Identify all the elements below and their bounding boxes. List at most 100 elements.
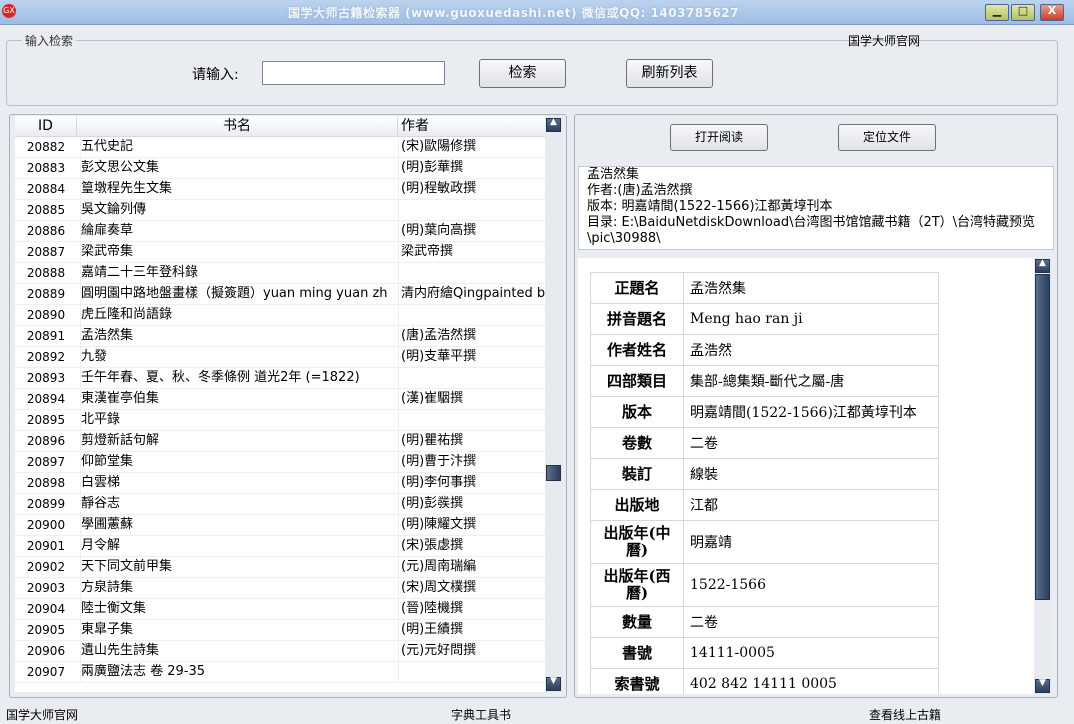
open-read-button[interactable]: 打开阅读: [670, 124, 768, 151]
list-rows: 20882 五代史記 (宋)歐陽修撰 20883 彭文思公文集 (明)彭華撰 20884 篁墩…: [15, 137, 545, 683]
row-title: 靜谷志: [80, 494, 399, 514]
metadata-key: 卷數: [590, 427, 684, 459]
detail-scroll-up-button[interactable]: ▲: [1035, 258, 1050, 273]
row-author: [398, 410, 545, 430]
table-row[interactable]: 20886 綸扉奏草 (明)葉向高撰: [15, 221, 545, 242]
table-row[interactable]: 20895 北平錄: [15, 410, 545, 431]
row-author: (宋)歐陽修撰: [398, 137, 545, 157]
table-row[interactable]: 20905 東皐子集 (明)王績撰: [15, 620, 545, 641]
table-row[interactable]: 20885 吳文錀列傳: [15, 200, 545, 221]
row-title: 嘉靖二十三年登科錄: [80, 263, 399, 283]
locate-file-button[interactable]: 定位文件: [838, 124, 936, 151]
table-row[interactable]: 20887 梁武帝集 梁武帝撰: [15, 242, 545, 263]
table-row[interactable]: 20896 剪燈新話句解 (明)瞿祐撰: [15, 431, 545, 452]
row-id: 20892: [26, 350, 66, 364]
row-id: 20896: [26, 434, 66, 448]
list-scroll-up-button[interactable]: ▲: [546, 117, 561, 132]
row-author: (明)曹于汴撰: [398, 452, 545, 472]
info-directory: 目录: E:\BaiduNetdiskDownload\台湾图书馆馆藏书籍（2T…: [587, 215, 1036, 246]
maximize-button[interactable]: □: [1011, 4, 1035, 21]
table-row[interactable]: 20897 仰節堂集 (明)曹于汴撰: [15, 452, 545, 473]
row-id: 20888: [26, 266, 66, 280]
metadata-key: 出版地: [590, 489, 684, 521]
column-header-title[interactable]: 书名: [77, 116, 398, 136]
row-author: (明)葉向高撰: [398, 221, 545, 241]
table-row[interactable]: 20888 嘉靖二十三年登科錄: [15, 263, 545, 284]
row-title: 白雲梯: [80, 473, 399, 493]
metadata-key: 出版年(西曆): [590, 563, 684, 607]
scroll-up-icon: ▲: [550, 117, 557, 127]
row-id: 20883: [26, 161, 66, 175]
list-scroll-thumb[interactable]: [546, 465, 561, 481]
column-header-id[interactable]: ID: [15, 116, 77, 136]
list-header: ID 书名 作者: [15, 116, 545, 137]
row-title: 九發: [80, 347, 399, 367]
list-scroll-down-button[interactable]: ▼: [546, 676, 561, 691]
table-row[interactable]: 20892 九發 (明)支華平撰: [15, 347, 545, 368]
minimize-button[interactable]: ▁: [985, 4, 1009, 21]
row-title: 梁武帝集: [80, 242, 399, 262]
info-title: 孟浩然集: [587, 167, 640, 182]
metadata-table: 正題名 孟浩然集 拼音題名 Meng hao ran ji 作者姓名 孟浩然 四部類目 集部-…: [590, 272, 939, 694]
status-online-books-link[interactable]: 查看线上古籍: [869, 706, 941, 723]
table-row[interactable]: 20899 靜谷志 (明)彭彂撰: [15, 494, 545, 515]
metadata-key: 裝訂: [590, 458, 684, 490]
row-author: (元)元好問撰: [398, 641, 545, 661]
official-site-link[interactable]: 国学大师官网: [848, 32, 920, 49]
book-list[interactable]: ID 书名 作者 20882 五代史記 (宋)歐陽修撰 20883 彭文思公文集 (明)彭…: [15, 116, 545, 692]
scroll-up-icon: ▲: [1039, 258, 1046, 268]
refresh-list-button[interactable]: 刷新列表: [626, 59, 713, 88]
list-scrollbar[interactable]: ▲ ▼: [545, 117, 563, 693]
table-row[interactable]: 20907 兩廣鹽法志 卷 29-35: [15, 662, 545, 683]
row-id: 20884: [26, 182, 66, 196]
table-row[interactable]: 20906 遺山先生詩集 (元)元好問撰: [15, 641, 545, 662]
table-row[interactable]: 20901 月令解 (宋)張虙撰: [15, 536, 545, 557]
row-id: 20885: [26, 203, 66, 217]
close-button[interactable]: X: [1040, 4, 1064, 21]
table-row[interactable]: 20890 虎丘隆和尚語錄: [15, 305, 545, 326]
row-author: (元)周南瑞編: [398, 557, 545, 577]
row-id: 20904: [26, 602, 66, 616]
table-row[interactable]: 20884 篁墩程先生文集 (明)程敏政撰: [15, 179, 545, 200]
search-button[interactable]: 检索: [479, 59, 566, 88]
minimize-icon: ▁: [992, 4, 1002, 17]
row-title: 壬午年春、夏、秋、冬季條例 道光2年 (=1822): [80, 368, 399, 388]
row-title: 陸士衡文集: [80, 599, 399, 619]
metadata-value: 孟浩然集: [683, 272, 939, 304]
metadata-value: 明嘉靖間(1522-1566)江都黃埻刊本: [683, 396, 939, 428]
detail-scroll-down-button[interactable]: ▼: [1035, 678, 1050, 693]
column-header-author[interactable]: 作者: [398, 116, 545, 136]
table-row[interactable]: 20891 孟浩然集 (唐)孟浩然撰: [15, 326, 545, 347]
detail-scrollbar[interactable]: ▲ ▼: [1034, 258, 1052, 694]
table-row[interactable]: 20900 學圃藼蘇 (明)陳耀文撰: [15, 515, 545, 536]
search-input[interactable]: [262, 61, 445, 85]
table-row[interactable]: 20893 壬午年春、夏、秋、冬季條例 道光2年 (=1822): [15, 368, 545, 389]
row-author: (宋)周文樸撰: [398, 578, 545, 598]
row-title: 虎丘隆和尚語錄: [80, 305, 399, 325]
metadata-row: 裝訂 線裝: [590, 458, 939, 490]
metadata-key: 版本: [590, 396, 684, 428]
table-row[interactable]: 20883 彭文思公文集 (明)彭華撰: [15, 158, 545, 179]
table-row[interactable]: 20903 方泉詩集 (宋)周文樸撰: [15, 578, 545, 599]
row-id: 20891: [26, 329, 66, 343]
status-dictionary-link[interactable]: 字典工具书: [451, 706, 511, 723]
metadata-key: 正題名: [590, 272, 684, 304]
detail-scroll-thumb[interactable]: [1035, 274, 1050, 600]
metadata-value: 集部-總集類-斷代之屬-唐: [683, 365, 939, 397]
row-title: 吳文錀列傳: [80, 200, 399, 220]
window-title: 国学大师古籍检索器 (www.guoxuedashi.net) 微信或QQ: 1…: [288, 6, 740, 20]
metadata-row: 作者姓名 孟浩然: [590, 334, 939, 366]
row-title: 學圃藼蘇: [80, 515, 399, 535]
row-title: 東漢崔亭伯集: [80, 389, 399, 409]
table-row[interactable]: 20904 陸士衡文集 (晉)陸機撰: [15, 599, 545, 620]
table-row[interactable]: 20902 天下同文前甲集 (元)周南瑞編: [15, 557, 545, 578]
status-official-site-link[interactable]: 国学大师官网: [6, 706, 78, 723]
row-id: 20906: [26, 644, 66, 658]
table-row[interactable]: 20889 圓明園中路地盤畫樣（擬簽題）yuan ming yuan zh 清内府繪…: [15, 284, 545, 305]
table-row[interactable]: 20894 東漢崔亭伯集 (漢)崔駰撰: [15, 389, 545, 410]
table-row[interactable]: 20882 五代史記 (宋)歐陽修撰: [15, 137, 545, 158]
metadata-row: 正題名 孟浩然集: [590, 272, 939, 304]
table-row[interactable]: 20898 白雲梯 (明)李何事撰: [15, 473, 545, 494]
row-author: (明)瞿祐撰: [398, 431, 545, 451]
row-title: 遺山先生詩集: [80, 641, 399, 661]
